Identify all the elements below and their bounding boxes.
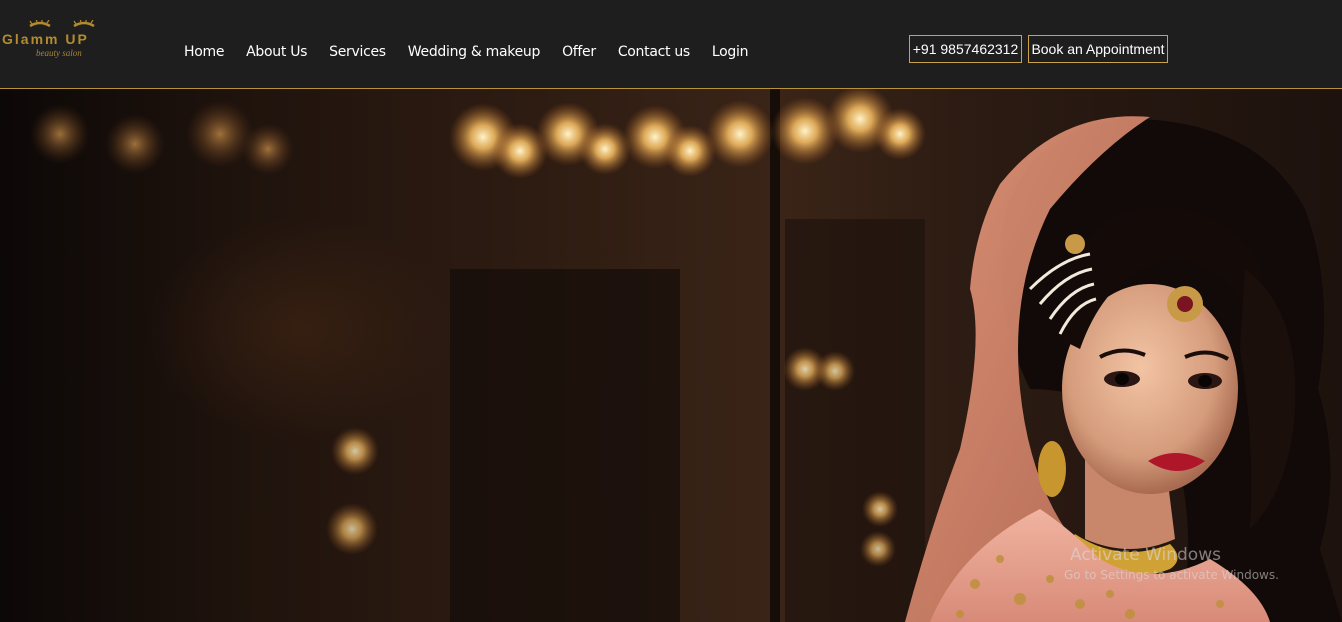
nav-services[interactable]: Services — [329, 44, 386, 60]
eyelash-logo-icon — [29, 20, 95, 28]
book-appointment-button[interactable]: Book an Appointment — [1028, 35, 1168, 63]
nav-about-us[interactable]: About Us — [246, 44, 307, 60]
nav-offer[interactable]: Offer — [562, 44, 596, 60]
nav-contact-us[interactable]: Contact us — [618, 44, 690, 60]
watermark-subtitle: Go to Settings to activate Windows. — [1064, 568, 1279, 582]
brand-name: Glamm UP — [2, 31, 89, 47]
main-nav: Home About Us Services Wedding & makeup … — [184, 44, 770, 60]
brand-tagline: beauty salon — [36, 48, 82, 58]
nav-wedding-makeup[interactable]: Wedding & makeup — [408, 44, 541, 60]
hero-banner: Activate Windows Go to Settings to activ… — [0, 89, 1342, 622]
bridal-portrait-hero-image — [30, 89, 1342, 622]
nav-home[interactable]: Home — [184, 44, 224, 60]
watermark-title: Activate Windows — [1070, 545, 1221, 565]
activate-windows-watermark: Activate Windows Go to Settings to activ… — [1064, 545, 1279, 582]
phone-button[interactable]: +91 9857462312 — [909, 35, 1022, 63]
brand-logo[interactable]: Glamm UP beauty salon — [0, 20, 140, 64]
nav-login[interactable]: Login — [712, 44, 749, 60]
site-header: Glamm UP beauty salon Home About Us Serv… — [0, 0, 1342, 89]
